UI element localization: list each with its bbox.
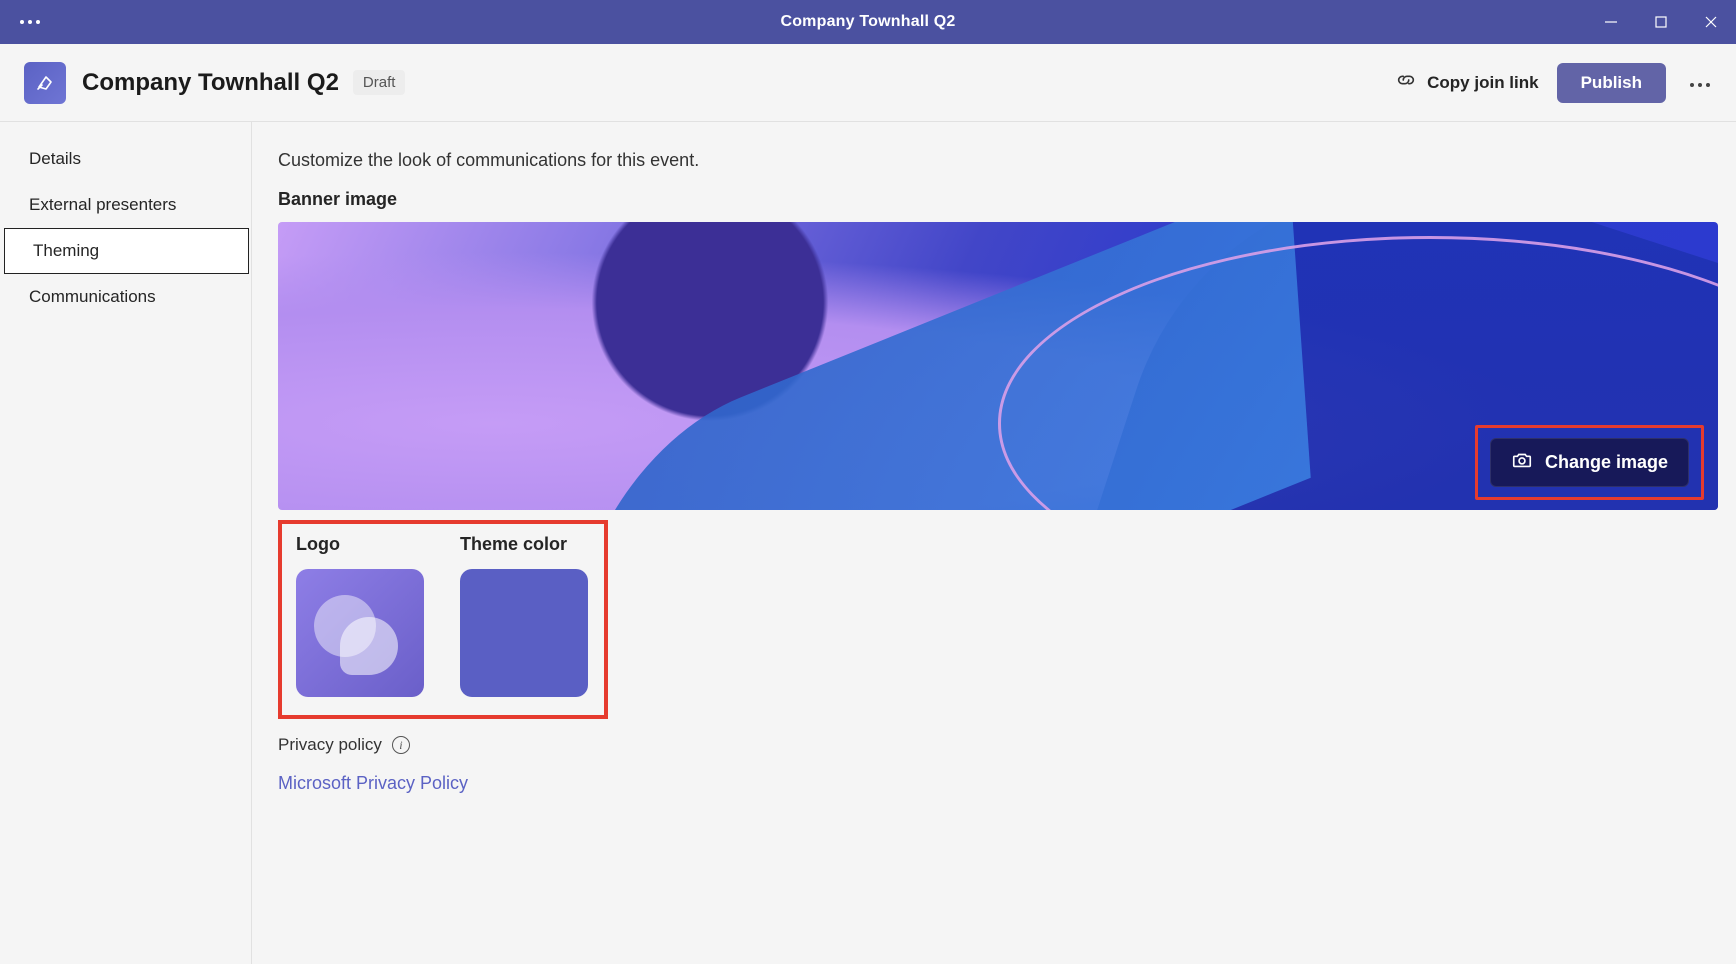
change-image-label: Change image [1545, 452, 1668, 473]
privacy-policy-label: Privacy policy [278, 735, 382, 755]
sidebar: Details External presenters Theming Comm… [0, 122, 252, 964]
banner-section-label: Banner image [278, 189, 1718, 210]
theme-color-section-label: Theme color [460, 534, 588, 555]
copy-join-link-button[interactable]: Copy join link [1395, 69, 1538, 96]
status-badge: Draft [353, 70, 406, 95]
logo-tile[interactable] [296, 569, 424, 697]
window-maximize-button[interactable] [1636, 0, 1686, 44]
logo-placeholder-icon [340, 617, 398, 675]
publish-button[interactable]: Publish [1557, 63, 1666, 103]
event-title: Company Townhall Q2 [82, 69, 339, 97]
banner-image: Change image [278, 222, 1718, 510]
camera-icon [1511, 449, 1533, 476]
sidebar-item-details[interactable]: Details [0, 136, 251, 182]
window-close-button[interactable] [1686, 0, 1736, 44]
privacy-policy-link[interactable]: Microsoft Privacy Policy [278, 773, 1718, 794]
intro-text: Customize the look of communications for… [278, 150, 1718, 171]
sidebar-item-external-presenters[interactable]: External presenters [0, 182, 251, 228]
theme-color-tile[interactable] [460, 569, 588, 697]
link-icon [1395, 69, 1417, 96]
header-more-button[interactable] [1684, 68, 1716, 98]
sidebar-item-theming[interactable]: Theming [4, 228, 249, 274]
titlebar-more-icon[interactable] [20, 20, 40, 24]
logo-section-label: Logo [296, 534, 424, 555]
annotation-highlight-change-image: Change image [1475, 425, 1704, 500]
content-area: Customize the look of communications for… [252, 122, 1736, 964]
event-app-icon [24, 62, 66, 104]
info-icon[interactable]: i [392, 736, 410, 754]
copy-join-link-label: Copy join link [1427, 73, 1538, 93]
titlebar: Company Townhall Q2 [0, 0, 1736, 44]
sidebar-item-communications[interactable]: Communications [0, 274, 251, 320]
annotation-highlight-tiles: Logo Theme color [278, 520, 608, 719]
change-image-button[interactable]: Change image [1490, 438, 1689, 487]
page-header: Company Townhall Q2 Draft Copy join link… [0, 44, 1736, 122]
window-title: Company Townhall Q2 [780, 13, 955, 31]
window-minimize-button[interactable] [1586, 0, 1636, 44]
